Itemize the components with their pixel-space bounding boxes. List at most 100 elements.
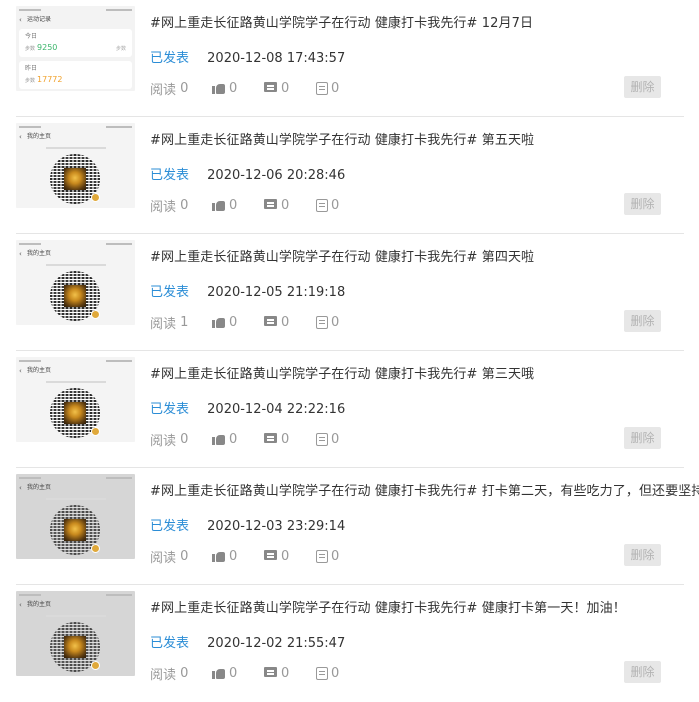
thumbnail-header-title: 我的主页 (27, 367, 52, 374)
delete-button[interactable]: 删除 (624, 661, 661, 683)
qr-photo (64, 519, 86, 541)
mini-program-code-image (50, 271, 100, 321)
post-title[interactable]: #网上重走长征路黄山学院学子在行动 健康打卡我先行# 第四天啦 (150, 246, 534, 265)
forward-button[interactable]: 0 (316, 197, 339, 213)
thumbs-up-icon (212, 666, 226, 680)
forward-button[interactable]: 0 (316, 314, 339, 330)
back-arrow-icon: ‹ (19, 484, 22, 492)
comment-button[interactable]: 0 (264, 665, 289, 681)
mini-program-code-image (50, 505, 100, 555)
delete-button[interactable]: 删除 (624, 193, 661, 215)
delete-button[interactable]: 删除 (624, 310, 661, 332)
back-arrow-icon: ‹ (19, 367, 22, 375)
thumbnail-status-bar (16, 474, 135, 482)
back-arrow-icon: ‹ (19, 133, 22, 141)
like-button[interactable]: 0 (212, 80, 237, 96)
post-time: 2020-12-03 23:29:14 (207, 519, 346, 534)
comment-button[interactable]: 0 (264, 197, 289, 213)
post-thumbnail[interactable]: ‹ 我的主页 (16, 474, 135, 559)
mini-program-code-image (50, 388, 100, 438)
qr-badge-icon (91, 427, 100, 436)
steps-today-rank: 步数 (115, 46, 126, 52)
thumbnail-caption-line (46, 498, 106, 500)
delete-button[interactable]: 删除 (624, 544, 661, 566)
post-thumbnail[interactable]: ‹ 我的主页 (16, 240, 135, 325)
post-title[interactable]: #网上重走长征路黄山学院学子在行动 健康打卡我先行# 第五天啦 (150, 129, 534, 148)
post-time: 2020-12-06 20:28:46 (207, 168, 346, 183)
forward-button[interactable]: 0 (316, 548, 339, 564)
thumbnail-header-title: 我的主页 (27, 601, 52, 608)
post-time: 2020-12-05 21:19:18 (207, 285, 346, 300)
steps-yesterday-card: 昨日 步数 17772 (19, 61, 132, 89)
qr-badge-icon (91, 544, 100, 553)
post-thumbnail[interactable]: ‹ 我的主页 (16, 591, 135, 676)
thumbnail-header-title: 我的主页 (27, 133, 52, 140)
thumbs-up-icon (212, 315, 226, 329)
thumbnail-header-title: 我的主页 (27, 484, 52, 491)
thumbnail-header: ‹ 我的主页 (16, 366, 135, 376)
post-thumbnail[interactable]: ‹ 我的主页 (16, 123, 135, 208)
read-count: 阅读 0 (150, 197, 189, 215)
steps-yesterday-label: 昨日 (25, 65, 38, 72)
post-status: 已发表 (150, 519, 190, 534)
forward-button[interactable]: 0 (316, 431, 339, 447)
thumbnail-header: ‹ 我的主页 (16, 483, 135, 493)
like-button[interactable]: 0 (212, 314, 237, 330)
post-title[interactable]: #网上重走长征路黄山学院学子在行动 健康打卡我先行# 12月7日 (150, 12, 533, 31)
forward-button[interactable]: 0 (316, 665, 339, 681)
post-status: 已发表 (150, 636, 190, 651)
forward-icon (316, 81, 328, 95)
delete-button[interactable]: 删除 (624, 427, 661, 449)
post-thumbnail[interactable]: ‹ 我的主页 (16, 357, 135, 442)
like-button[interactable]: 0 (212, 548, 237, 564)
delete-button[interactable]: 删除 (624, 76, 661, 98)
like-button[interactable]: 0 (212, 431, 237, 447)
steps-today-card: 今日 步数 9250 步数 (19, 29, 132, 57)
thumbs-up-icon (212, 198, 226, 212)
post-status: 已发表 (150, 285, 190, 300)
forward-button[interactable]: 0 (316, 80, 339, 96)
post-title[interactable]: #网上重走长征路黄山学院学子在行动 健康打卡我先行# 健康打卡第一天！加油！ (150, 597, 626, 616)
post-status-row: 已发表 2020-12-04 22:22:16 (150, 398, 345, 417)
steps-yesterday-value: 步数 17772 (25, 75, 63, 84)
like-button[interactable]: 0 (212, 665, 237, 681)
thumbnail-header-title: 我的主页 (27, 250, 52, 257)
post-time: 2020-12-02 21:55:47 (207, 636, 346, 651)
thumbnail-status-bar (16, 123, 135, 131)
post-item: ‹ 我的主页 #网上重走长征路黄山学院学子在行动 健康打卡我先行# 第三天哦 已… (0, 351, 699, 468)
post-status: 已发表 (150, 51, 190, 66)
post-item: ‹ 我的主页 #网上重走长征路黄山学院学子在行动 健康打卡我先行# 打卡第二天，… (0, 468, 699, 585)
post-status-row: 已发表 2020-12-03 23:29:14 (150, 515, 345, 534)
comment-button[interactable]: 0 (264, 80, 289, 96)
steps-today-value: 步数 9250 (25, 43, 58, 52)
qr-photo (64, 402, 86, 424)
thumbnail-status-bar (16, 240, 135, 248)
mini-program-code-image (50, 622, 100, 672)
post-title[interactable]: #网上重走长征路黄山学院学子在行动 健康打卡我先行# 第三天哦 (150, 363, 534, 382)
post-time: 2020-12-08 17:43:57 (207, 51, 346, 66)
qr-badge-icon (91, 310, 100, 319)
comment-icon (264, 549, 278, 563)
post-title[interactable]: #网上重走长征路黄山学院学子在行动 健康打卡我先行# 打卡第二天，有些吃力了，但… (150, 480, 699, 499)
comment-button[interactable]: 0 (264, 431, 289, 447)
post-item: ‹ 我的主页 #网上重走长征路黄山学院学子在行动 健康打卡我先行# 第四天啦 已… (0, 234, 699, 351)
thumbnail-caption-line (46, 381, 106, 383)
thumbnail-header: ‹ 我的主页 (16, 249, 135, 259)
post-status: 已发表 (150, 168, 190, 183)
post-status-row: 已发表 2020-12-02 21:55:47 (150, 632, 345, 651)
post-thumbnail[interactable]: ‹ 运动记录 今日 步数 9250 步数 昨日 步数 17772 (16, 6, 135, 91)
post-time: 2020-12-04 22:22:16 (207, 402, 346, 417)
thumbnail-header-title: 运动记录 (27, 16, 52, 23)
like-button[interactable]: 0 (212, 197, 237, 213)
forward-icon (316, 666, 328, 680)
post-status-row: 已发表 2020-12-08 17:43:57 (150, 47, 345, 66)
comment-icon (264, 315, 278, 329)
comment-button[interactable]: 0 (264, 314, 289, 330)
comment-button[interactable]: 0 (264, 548, 289, 564)
read-count: 阅读 0 (150, 665, 189, 683)
post-item: ‹ 我的主页 #网上重走长征路黄山学院学子在行动 健康打卡我先行# 第五天啦 已… (0, 117, 699, 234)
forward-icon (316, 198, 328, 212)
back-arrow-icon: ‹ (19, 250, 22, 258)
qr-badge-icon (91, 193, 100, 202)
thumbnail-caption-line (46, 615, 106, 617)
